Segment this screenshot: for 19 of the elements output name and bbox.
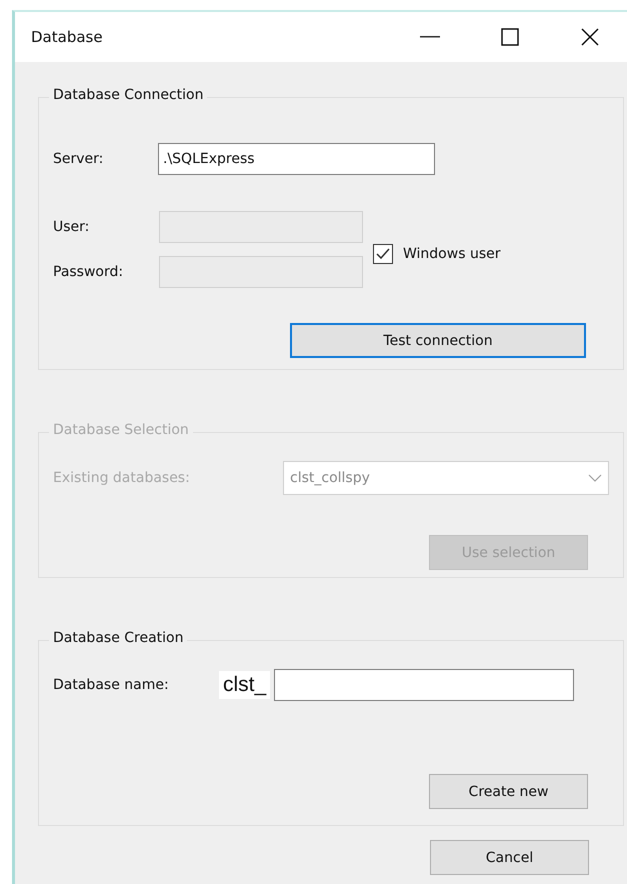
- maximize-icon: [501, 28, 519, 46]
- create-new-button[interactable]: Create new: [429, 774, 588, 809]
- checkbox-label: Windows user: [403, 246, 500, 262]
- minimize-icon: [420, 36, 440, 38]
- test-connection-button[interactable]: Test connection: [290, 323, 586, 358]
- field-label: Server:: [53, 151, 104, 167]
- field-label: Existing databases:: [53, 470, 191, 486]
- server-field[interactable]: .\SQLExpress: [158, 143, 435, 175]
- chevron-down-icon: [588, 474, 602, 482]
- checkbox[interactable]: [373, 244, 393, 264]
- field-label: Password:: [53, 264, 124, 280]
- check-icon: [376, 248, 390, 260]
- name-prefix: clst_: [219, 671, 270, 699]
- close-icon: [581, 28, 599, 46]
- field-label: Database name:: [53, 677, 170, 693]
- database-name-field[interactable]: [274, 669, 574, 701]
- cancel-button[interactable]: Cancel: [430, 840, 589, 875]
- window-title: Database: [31, 28, 104, 46]
- field-label: User:: [53, 219, 90, 235]
